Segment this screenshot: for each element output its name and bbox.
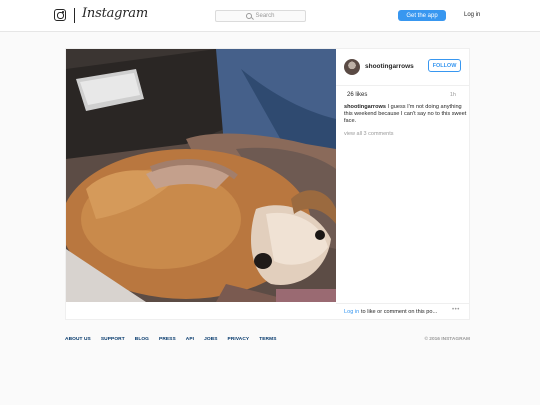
get-the-app-button[interactable]: Get the app bbox=[398, 10, 446, 21]
likes-count[interactable]: 26 likes bbox=[347, 92, 367, 98]
post-caption: shootingarrows I guess I'm not doing any… bbox=[344, 104, 468, 125]
post-photo[interactable] bbox=[66, 49, 336, 302]
footer-links: ABOUT US SUPPORT BLOG PRESS API JOBS PRI… bbox=[65, 337, 287, 342]
post-card: shootingarrows FOLLOW 26 likes 1h shooti… bbox=[65, 48, 470, 320]
footer-link-about-us[interactable]: ABOUT US bbox=[65, 337, 91, 342]
footer-link-privacy[interactable]: PRIVACY bbox=[228, 337, 250, 342]
avatar[interactable] bbox=[344, 59, 360, 75]
comment-login-link[interactable]: Log in bbox=[344, 309, 359, 315]
comment-bar: Log in to like or comment on this po... … bbox=[336, 303, 470, 320]
instagram-wordmark[interactable]: Instagram bbox=[82, 6, 148, 21]
top-navigation-bar: Instagram Search Get the app Log in bbox=[0, 0, 540, 32]
view-all-comments-link[interactable]: view all 3 comments bbox=[344, 131, 394, 137]
comment-prompt-text: to like or comment on this po... bbox=[361, 309, 438, 315]
instagram-camera-icon[interactable] bbox=[54, 9, 66, 21]
post-author-row: shootingarrows FOLLOW bbox=[336, 49, 470, 86]
footer-link-jobs[interactable]: JOBS bbox=[204, 337, 217, 342]
footer-link-press[interactable]: PRESS bbox=[159, 337, 176, 342]
footer-link-terms[interactable]: TERMS bbox=[259, 337, 276, 342]
logo-divider bbox=[74, 8, 75, 23]
post-sidebar: shootingarrows FOLLOW 26 likes 1h shooti… bbox=[336, 49, 470, 319]
footer-link-blog[interactable]: BLOG bbox=[135, 337, 149, 342]
follow-button[interactable]: FOLLOW bbox=[428, 59, 461, 72]
search-input[interactable]: Search bbox=[215, 10, 306, 22]
post-timestamp[interactable]: 1h bbox=[450, 92, 456, 98]
search-placeholder: Search bbox=[255, 13, 275, 19]
post-username[interactable]: shootingarrows bbox=[365, 63, 414, 70]
dog-photo-illustration bbox=[66, 49, 336, 302]
search-icon bbox=[246, 13, 253, 19]
caption-username[interactable]: shootingarrows bbox=[344, 104, 386, 110]
login-link[interactable]: Log in bbox=[464, 12, 480, 18]
copyright-text: © 2016 INSTAGRAM bbox=[424, 337, 470, 342]
more-options-icon[interactable]: ••• bbox=[452, 307, 460, 313]
footer: ABOUT US SUPPORT BLOG PRESS API JOBS PRI… bbox=[65, 337, 470, 347]
footer-link-api[interactable]: API bbox=[186, 337, 194, 342]
footer-link-support[interactable]: SUPPORT bbox=[101, 337, 125, 342]
